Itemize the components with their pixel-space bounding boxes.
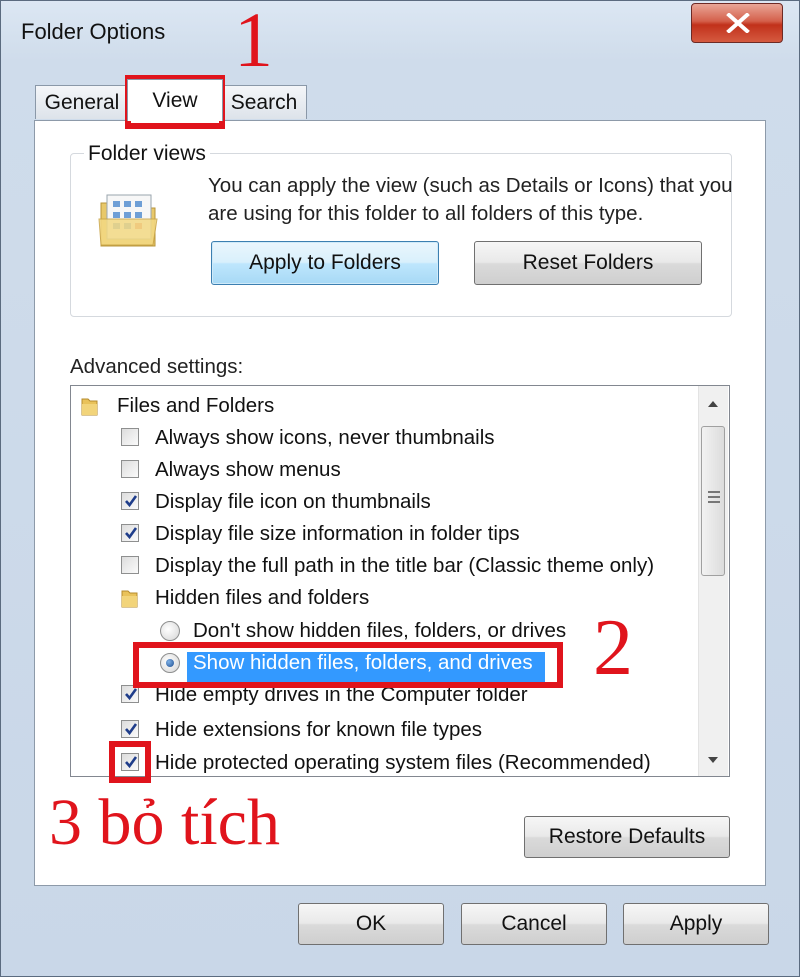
list-item-label: Display file icon on thumbnails (155, 490, 431, 513)
list-item-label: Always show menus (155, 458, 341, 481)
apply-to-folders-button[interactable]: Apply to Folders (211, 241, 439, 285)
scroll-up-icon[interactable] (707, 400, 719, 408)
restore-defaults-button[interactable]: Restore Defaults (524, 816, 730, 858)
checkmark-icon (125, 527, 138, 540)
checkbox[interactable] (121, 524, 139, 542)
checkbox[interactable] (121, 460, 139, 478)
checkbox[interactable] (121, 428, 139, 446)
tab-search[interactable]: Search (221, 85, 307, 119)
annotation-box-show-hidden (133, 642, 563, 688)
list-item-label: Always show icons, never thumbnails (155, 426, 495, 449)
list-item-label: Display file size information in folder … (155, 522, 520, 545)
ok-button[interactable]: OK (298, 903, 444, 945)
checkmark-icon (125, 688, 138, 701)
list-scrollbar[interactable] (698, 386, 728, 776)
close-button[interactable] (691, 3, 783, 43)
checkbox[interactable] (121, 720, 139, 738)
list-item-label: Display the full path in the title bar (… (155, 554, 655, 577)
folder-view-icon (98, 194, 158, 247)
checkmark-icon (125, 495, 138, 508)
folder-icon (121, 590, 138, 608)
checkbox[interactable] (121, 492, 139, 510)
list-item-label: Hide protected operating system files (R… (155, 751, 651, 774)
reset-folders-button[interactable]: Reset Folders (474, 241, 702, 285)
list-item-label: Don't show hidden files, folders, or dri… (193, 619, 567, 642)
annotation-box-protected-files (109, 741, 151, 783)
close-icon (726, 13, 750, 33)
folder-views-title: Folder views (84, 142, 210, 166)
advanced-settings-label: Advanced settings: (70, 355, 244, 378)
scroll-down-icon[interactable] (707, 756, 719, 764)
checkbox[interactable] (121, 556, 139, 574)
window-title: Folder Options (21, 19, 166, 44)
list-item-label: Hidden files and folders (155, 586, 370, 609)
folder-icon (81, 398, 98, 416)
folder-options-window: Folder Options General View Search Folde… (0, 0, 800, 977)
list-item-label: Files and Folders (117, 394, 275, 417)
list-item-label: Hide extensions for known file types (155, 718, 483, 741)
cancel-button[interactable]: Cancel (461, 903, 607, 945)
apply-button[interactable]: Apply (623, 903, 769, 945)
title-bar: Folder Options (1, 1, 800, 71)
tab-general[interactable]: General (35, 85, 129, 119)
annotation-step-2: 2 (593, 604, 633, 692)
scroll-thumb[interactable] (701, 426, 725, 576)
radio-button[interactable] (160, 621, 180, 641)
annotation-step-3: 3 bỏ tích (49, 786, 280, 859)
tab-view[interactable]: View (127, 79, 223, 121)
annotation-step-1: 1 (234, 0, 273, 83)
checkmark-icon (125, 723, 138, 736)
folder-views-description: You can apply the view (such as Details … (208, 174, 733, 225)
